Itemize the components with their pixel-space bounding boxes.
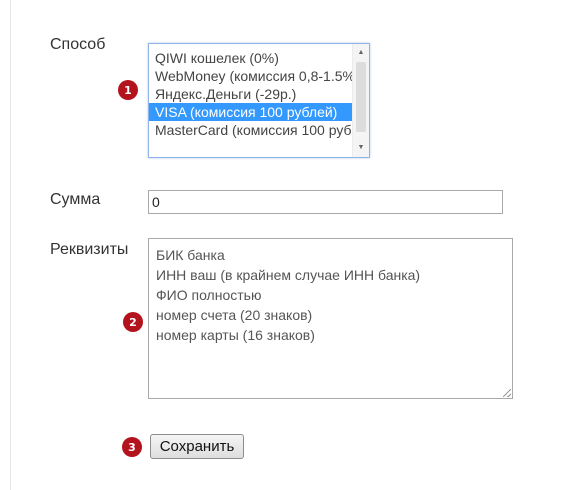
amount-input[interactable] [148,190,503,214]
details-textarea[interactable]: БИК банка ИНН ваш (в крайнем случае ИНН … [148,238,513,399]
method-label: Способ [50,36,106,53]
content-left-border [10,0,11,490]
payment-option-qiwi[interactable]: QIWI кошелек (0%) [149,49,352,67]
save-button[interactable]: Сохранить [150,434,244,459]
payment-option-mastercard[interactable]: MasterCard (комиссия 100 руб [149,121,352,139]
payment-method-listbox[interactable]: QIWI кошелек (0%) WebMoney (комиссия 0,8… [148,43,370,158]
payment-option-yandex[interactable]: Яндекс.Деньги (-29р.) [149,85,352,103]
details-label: Реквизиты [50,241,129,258]
scroll-up-icon[interactable]: ▲ [353,46,369,60]
details-placeholder-line: номер счета (20 знаков) [156,307,313,323]
scroll-down-icon[interactable]: ▼ [353,141,369,155]
payment-option-webmoney[interactable]: WebMoney (комиссия 0,8-1.5% [149,67,352,85]
details-placeholder-line: БИК банка [156,247,225,263]
annotation-badge-2: 2 [123,312,143,332]
resize-grip-icon[interactable] [503,389,511,397]
scroll-thumb[interactable] [356,62,366,132]
cropped-heading-fragment [30,0,370,5]
details-placeholder-line: ИНН ваш (в крайнем случае ИНН банка) [156,267,421,283]
annotation-badge-1: 1 [118,80,138,100]
listbox-scrollbar[interactable]: ▲ ▼ [352,44,369,157]
annotation-badge-3: 3 [122,437,142,457]
details-placeholder-line: ФИО полностью [156,287,262,303]
payment-option-visa[interactable]: VISA (комиссия 100 рублей) [149,103,352,121]
details-placeholder-line: номер карты (16 знаков) [156,327,315,343]
amount-label: Сумма [50,191,101,208]
